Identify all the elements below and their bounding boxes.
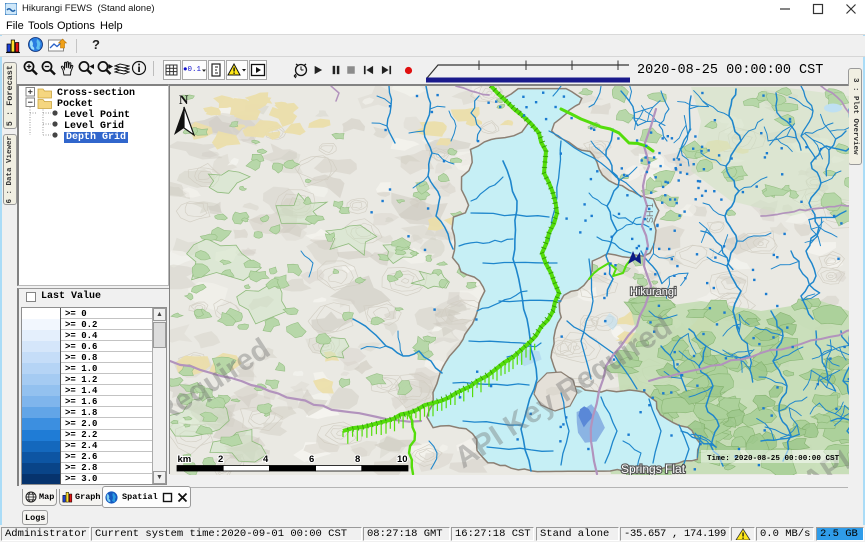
svg-text:Time: 2020-08-25 00:00:00 CST: Time: 2020-08-25 00:00:00 CST [707, 455, 840, 463]
svg-text:6: 6 [309, 454, 314, 465]
svg-text:N: N [179, 92, 189, 107]
svg-text:SH 1: SH 1 [645, 203, 655, 223]
svg-text:2: 2 [218, 454, 223, 465]
svg-text:8: 8 [355, 454, 360, 465]
svg-text:Springs Flat: Springs Flat [621, 462, 686, 475]
svg-text:10: 10 [397, 454, 408, 465]
svg-text:4: 4 [263, 454, 269, 465]
svg-text:Hikurangi: Hikurangi [630, 286, 676, 298]
svg-text:km: km [178, 454, 192, 465]
